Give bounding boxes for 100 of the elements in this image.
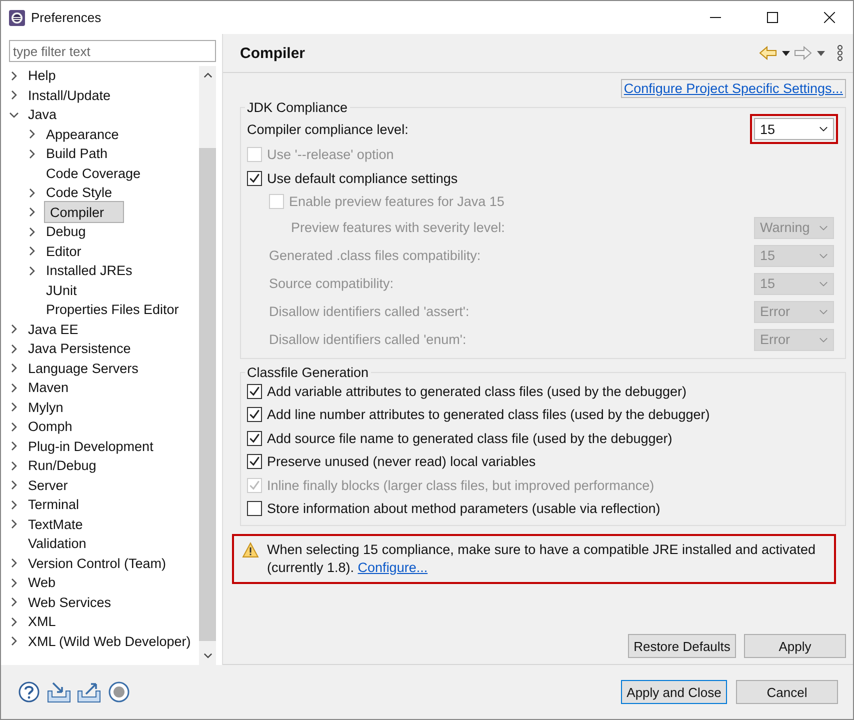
group-title: JDK Compliance — [246, 100, 349, 115]
chevron-right-icon[interactable] — [9, 480, 19, 490]
tree-item[interactable]: Code Coverage — [44, 164, 143, 182]
page-title: Compiler — [240, 44, 306, 62]
tree-item[interactable]: Plug-in Development — [26, 438, 156, 455]
chevron-right-icon[interactable] — [27, 226, 37, 237]
checkbox[interactable] — [247, 430, 262, 446]
tree-item[interactable]: XML — [26, 613, 58, 630]
chevron-right-icon[interactable] — [9, 382, 19, 393]
chevron-right-icon[interactable] — [27, 129, 37, 140]
chevron-right-icon[interactable] — [27, 207, 37, 218]
chevron-down-icon[interactable] — [9, 110, 19, 120]
tree-item[interactable]: Web — [26, 574, 58, 592]
tree-item[interactable]: Code Style — [44, 184, 114, 202]
chevron-right-icon[interactable] — [27, 266, 37, 276]
tree-item[interactable]: Oomph — [26, 418, 74, 436]
chevron-right-icon[interactable] — [9, 519, 19, 530]
scroll-thumb[interactable] — [199, 148, 216, 641]
checkbox[interactable] — [247, 407, 262, 422]
dropdown[interactable]: 15 — [754, 118, 834, 140]
chevron-right-icon[interactable] — [9, 597, 19, 608]
tree-item[interactable]: Debug — [44, 223, 88, 240]
chevron-right-icon[interactable] — [9, 90, 19, 100]
chevron-right-icon[interactable] — [9, 500, 19, 510]
chevron-right-icon[interactable] — [9, 422, 19, 432]
checkbox-label: Add source file name to generated class file (used by the debugger) — [267, 430, 672, 446]
field-label: Compiler compliance level: — [247, 122, 408, 136]
tree-item[interactable]: Installed JREs — [44, 262, 134, 280]
chevron-right-icon[interactable] — [9, 402, 19, 412]
chevron-right-icon[interactable] — [27, 246, 37, 256]
chevron-right-icon[interactable] — [9, 460, 19, 471]
chevron-down-icon — [819, 126, 828, 132]
help-icon[interactable] — [17, 681, 41, 703]
checkbox-label: Use default compliance settings — [267, 170, 458, 186]
window-title: Preferences — [31, 10, 102, 25]
close-icon[interactable] — [824, 12, 835, 23]
back-arrow-icon[interactable] — [759, 46, 777, 60]
tree-item[interactable]: Server — [26, 476, 70, 494]
checkbox-label: Use '--release' option — [267, 147, 394, 162]
import-icon[interactable] — [47, 681, 71, 703]
tree-item[interactable]: Properties Files Editor — [44, 301, 181, 318]
chevron-right-icon[interactable] — [9, 636, 19, 646]
export-icon[interactable] — [77, 681, 101, 703]
tree-item[interactable]: Editor — [44, 242, 84, 260]
tree-item[interactable]: Run/Debug — [26, 457, 98, 474]
tree-item[interactable]: XML (Wild Web Developer) — [26, 632, 193, 650]
tree-item[interactable]: Java Persistence — [26, 340, 133, 358]
more-menu-icon[interactable] — [837, 45, 843, 61]
configure-link[interactable]: Configure... — [358, 560, 428, 574]
tree-item[interactable]: JUnit — [44, 282, 79, 299]
tree-item[interactable]: Maven — [26, 379, 71, 396]
field-label: Generated .class files compatibility: — [269, 248, 481, 263]
tree-item[interactable]: Install/Update — [26, 86, 113, 104]
tree-item[interactable]: Language Servers — [26, 360, 140, 377]
chevron-right-icon[interactable] — [9, 578, 19, 588]
checkbox-label: Enable preview features for Java 15 — [289, 194, 504, 210]
dropdown-icon[interactable] — [782, 50, 790, 56]
checkbox-label: Add variable attributes to generated class files (used by the debugger) — [267, 384, 687, 399]
group-title: Classfile Generation — [246, 364, 370, 380]
tree-item[interactable]: Version Control (Team) — [26, 554, 168, 572]
page-button[interactable]: Apply — [744, 634, 846, 658]
dialog-button[interactable]: Cancel — [736, 680, 838, 704]
tree-item[interactable]: Web Services — [26, 594, 114, 611]
filter-field[interactable]: type filter text — [9, 40, 216, 62]
tree-item[interactable]: Appearance — [44, 126, 121, 143]
project-settings-link[interactable]: Configure Project Specific Settings... — [620, 79, 846, 98]
tree-item[interactable]: Java EE — [26, 320, 80, 338]
chevron-right-icon[interactable] — [27, 188, 37, 198]
chevron-right-icon[interactable] — [9, 324, 19, 334]
scrollbar[interactable] — [199, 66, 216, 665]
tree-item[interactable]: Mylyn — [26, 398, 66, 416]
app-icon — [9, 10, 25, 26]
field-label: Disallow identifiers called 'assert': — [269, 304, 470, 319]
tree-item[interactable]: Validation — [26, 535, 88, 552]
record-icon[interactable] — [107, 681, 131, 703]
tree-item[interactable]: Compiler — [44, 201, 124, 224]
chevron-down-icon — [819, 280, 828, 286]
tree-item[interactable]: Build Path — [44, 145, 110, 162]
tree-item[interactable]: TextMate — [26, 516, 85, 533]
chevron-right-icon[interactable] — [27, 148, 37, 159]
checkbox[interactable] — [247, 454, 262, 470]
tree-item[interactable]: Terminal — [26, 496, 82, 514]
checkbox[interactable] — [247, 170, 262, 186]
maximize-icon[interactable] — [767, 12, 778, 23]
chevron-right-icon[interactable] — [9, 344, 19, 354]
dropdown-icon[interactable] — [817, 50, 825, 56]
chevron-right-icon[interactable] — [9, 363, 19, 374]
chevron-right-icon[interactable] — [9, 558, 19, 568]
checkbox[interactable] — [247, 384, 262, 399]
tree-item[interactable]: Help — [26, 67, 58, 84]
dialog-button[interactable]: Apply and Close — [621, 680, 727, 704]
field-label: Source compatibility: — [269, 276, 394, 291]
page-button[interactable]: Restore Defaults — [628, 634, 736, 658]
checkbox[interactable] — [247, 501, 262, 516]
checkbox-label: Preserve unused (never read) local variables — [267, 454, 536, 470]
field-label: Disallow identifiers called 'enum': — [269, 332, 466, 347]
chevron-right-icon[interactable] — [9, 441, 19, 452]
tree-item[interactable]: Java — [26, 106, 59, 124]
chevron-right-icon[interactable] — [9, 70, 19, 81]
chevron-right-icon[interactable] — [9, 616, 19, 627]
